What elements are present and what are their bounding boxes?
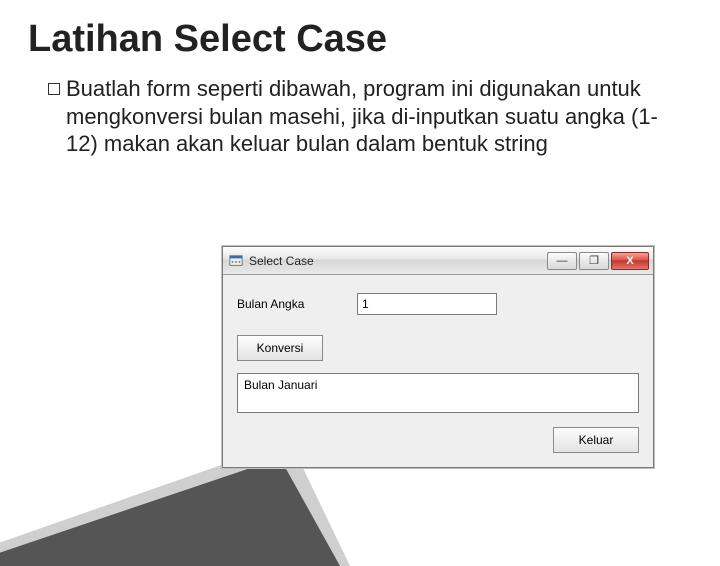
app-icon [229, 254, 243, 268]
minimize-button[interactable]: — [547, 252, 577, 270]
bullet-lead: Buatlah [66, 76, 141, 101]
close-icon: X [626, 255, 633, 267]
close-button[interactable]: X [611, 252, 649, 270]
titlebar[interactable]: Select Case — ❐ X [223, 247, 653, 275]
output-box: Bulan Januari [237, 373, 639, 413]
label-bulan-angka: Bulan Angka [237, 297, 357, 311]
bulan-angka-input[interactable] [357, 293, 497, 315]
maximize-button[interactable]: ❐ [579, 252, 609, 270]
keluar-button[interactable]: Keluar [553, 427, 639, 453]
bullet-rest: form seperti dibawah, program ini diguna… [66, 76, 658, 156]
bullet-icon [48, 83, 60, 95]
slide-body-text: Buatlah form seperti dibawah, program in… [48, 75, 680, 158]
select-case-window: Select Case — ❐ X Bulan Angka Konversi B… [222, 246, 654, 468]
konversi-button[interactable]: Konversi [237, 335, 323, 361]
page-title: Latihan Select Case [28, 18, 720, 61]
minimize-icon: — [557, 255, 568, 267]
window-client-area: Bulan Angka Konversi Bulan Januari Kelua… [223, 275, 653, 467]
window-title: Select Case [249, 254, 547, 268]
maximize-icon: ❐ [589, 254, 599, 267]
